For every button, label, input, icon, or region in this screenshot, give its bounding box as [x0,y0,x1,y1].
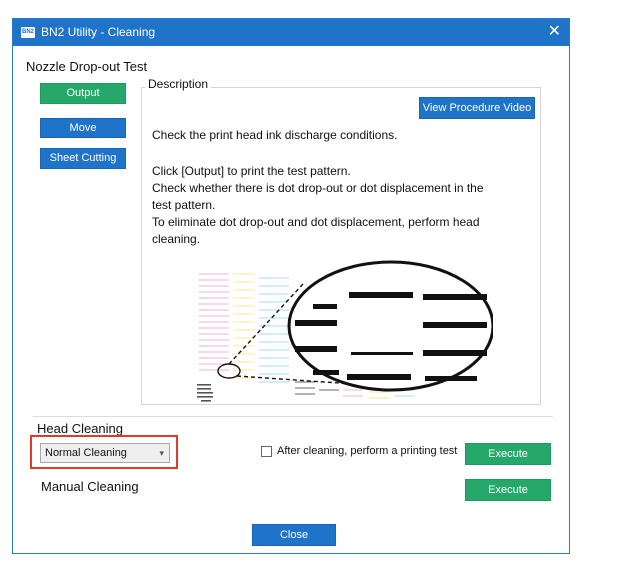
description-text-line-5: To eliminate dot drop-out and dot displa… [152,215,480,229]
close-icon[interactable]: ✕ [548,22,561,42]
move-button[interactable]: Move [40,118,126,138]
separator-line [33,416,553,417]
description-text-line-4: test pattern. [152,198,216,212]
printing-test-checkbox[interactable] [261,446,272,457]
cleaning-type-selected-value: Normal Cleaning [45,447,127,459]
description-text-line-6: cleaning. [152,232,201,246]
description-text-line-1: Check the print head ink discharge condi… [152,128,398,142]
cleaning-dialog: BN2 BN2 Utility - Cleaning ✕ Nozzle Drop… [12,18,570,554]
test-pattern-illustration [197,260,493,402]
head-cleaning-group-label: Head Cleaning [37,421,124,436]
chevron-down-icon: ▾ [159,448,164,458]
manual-cleaning-execute-button[interactable]: Execute [465,479,551,501]
description-legend: Description [145,77,212,91]
description-text-line-2: Click [Output] to print the test pattern… [152,164,351,178]
title-bar: BN2 BN2 Utility - Cleaning ✕ [13,19,569,46]
window-title: BN2 Utility - Cleaning [41,25,156,39]
output-button[interactable]: Output [40,83,126,104]
close-button[interactable]: Close [252,524,336,546]
app-logo-icon: BN2 [21,27,35,38]
nozzle-test-group-label: Nozzle Drop-out Test [26,59,148,74]
view-procedure-video-button[interactable]: View Procedure Video [419,97,535,119]
description-text-line-3: Check whether there is dot drop-out or d… [152,181,484,195]
highlight-frame: Normal Cleaning ▾ [30,435,178,469]
manual-cleaning-label: Manual Cleaning [41,479,139,494]
printing-test-checkbox-label: After cleaning, perform a printing test [277,445,458,457]
sheet-cutting-button[interactable]: Sheet Cutting [40,148,126,169]
head-cleaning-execute-button[interactable]: Execute [465,443,551,465]
cleaning-type-select[interactable]: Normal Cleaning ▾ [40,443,170,463]
